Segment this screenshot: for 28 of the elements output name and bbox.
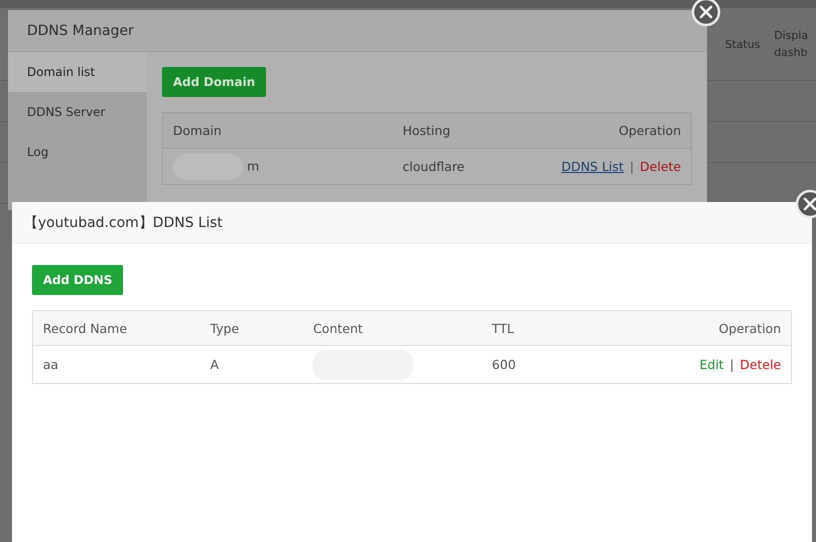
table-cell: m — [247, 158, 260, 173]
column-header: TTL — [482, 310, 590, 346]
separator: | — [630, 159, 634, 174]
column-header: Record Name — [32, 310, 200, 346]
edit-link[interactable]: Edit — [699, 357, 724, 372]
delete-link[interactable]: Delete — [640, 159, 681, 174]
list-link[interactable]: DDNS List — [561, 159, 624, 174]
close-icon[interactable] — [795, 189, 816, 219]
column-header: Type — [200, 310, 304, 346]
column-header: Operation — [524, 112, 692, 148]
dialog-title: DDNS Manager — [27, 22, 134, 38]
column-header: Hosting — [392, 112, 525, 148]
dialog-title: 【youtubad.com】DDNS List — [24, 214, 223, 232]
column-header: Operation — [590, 310, 792, 346]
table-cell: aa — [32, 346, 200, 384]
table-cell: A — [200, 346, 304, 384]
table-cell: cloudflare — [392, 148, 525, 184]
delete-link[interactable]: Detele — [740, 357, 781, 372]
close-icon[interactable] — [691, 0, 721, 27]
separator: | — [730, 357, 734, 372]
sidebar-item[interactable]: Domain list — [8, 52, 147, 92]
column-header: Displa dashb — [774, 28, 808, 61]
add-domain-button[interactable]: Add Domain — [162, 67, 266, 97]
column-header: Status — [725, 36, 760, 52]
add-ddns-button[interactable]: Add DDNS — [32, 265, 124, 295]
table-cell: 600 — [482, 346, 590, 384]
column-header: Content — [303, 310, 482, 346]
column-header: Domain — [162, 112, 393, 148]
